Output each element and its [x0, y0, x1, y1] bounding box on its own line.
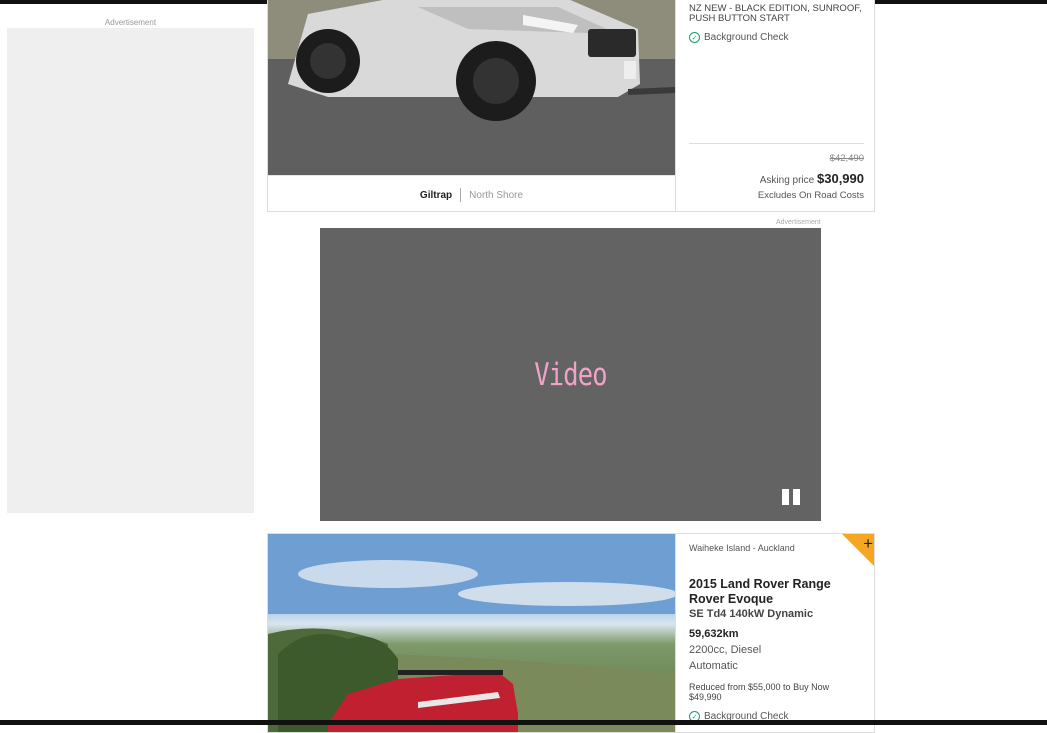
listing-engine: 2200cc, Diesel: [689, 644, 762, 656]
listing-location: Waiheke Island - Auckland: [689, 543, 795, 553]
listing-description: NZ NEW - BLACK EDITION, SUNROOF, PUSH BU…: [689, 3, 862, 24]
listing-info[interactable]: NZ NEW - BLACK EDITION, SUNROOF, PUSH BU…: [675, 0, 874, 211]
old-price: $42,490: [829, 153, 864, 164]
asking-price-label: Asking price: [759, 175, 815, 186]
listing-photo[interactable]: [268, 0, 675, 175]
listing-price-reduced: Reduced from $55,000 to Buy Now $49,990: [689, 682, 830, 702]
dealer-brand: Giltrap: [419, 189, 453, 201]
price-divider: [689, 143, 864, 144]
asking-price-value: $30,990: [817, 171, 864, 186]
road-costs-note: Excludes On Road Costs: [757, 190, 864, 201]
dealer-branch: North Shore: [469, 189, 524, 201]
background-check-label: Background Check: [704, 32, 789, 43]
car-photo-red-suv: [268, 534, 675, 732]
pause-icon[interactable]: [782, 489, 800, 505]
video-label: Video: [534, 356, 607, 393]
sidebar-ad-label: Advertisement: [104, 18, 157, 27]
video-advertisement[interactable]: Video: [320, 228, 821, 521]
bottom-bar: [0, 720, 1047, 725]
dealer-separator: [460, 188, 462, 202]
listing-odometer: 59,632km: [689, 628, 739, 640]
sidebar-advertisement[interactable]: [7, 28, 254, 513]
listing-title[interactable]: 2015 Land Rover Range Rover Evoque: [689, 577, 859, 607]
background-check[interactable]: ✓ Background Check: [689, 32, 789, 43]
check-circle-icon: ✓: [689, 32, 700, 43]
listing-photo[interactable]: [268, 534, 675, 732]
listing-transmission: Automatic: [689, 660, 738, 672]
listing-info[interactable]: Waiheke Island - Auckland + 2015 Land Ro…: [675, 534, 874, 732]
video-ad-label: Advertisement: [776, 219, 821, 226]
listing-subtitle: SE Td4 140kW Dynamic: [689, 608, 814, 620]
listing-card-range-rover[interactable]: Waiheke Island - Auckland + 2015 Land Ro…: [267, 533, 875, 733]
listing-card-chevrolet[interactable]: Giltrap North Shore NZ NEW - BLACK EDITI…: [267, 0, 875, 212]
asking-price: Asking price $30,990: [760, 171, 864, 186]
dealer-banner[interactable]: Giltrap North Shore: [268, 175, 675, 211]
car-photo-silver-suv: [268, 0, 675, 175]
add-to-watchlist-icon[interactable]: +: [863, 535, 873, 552]
